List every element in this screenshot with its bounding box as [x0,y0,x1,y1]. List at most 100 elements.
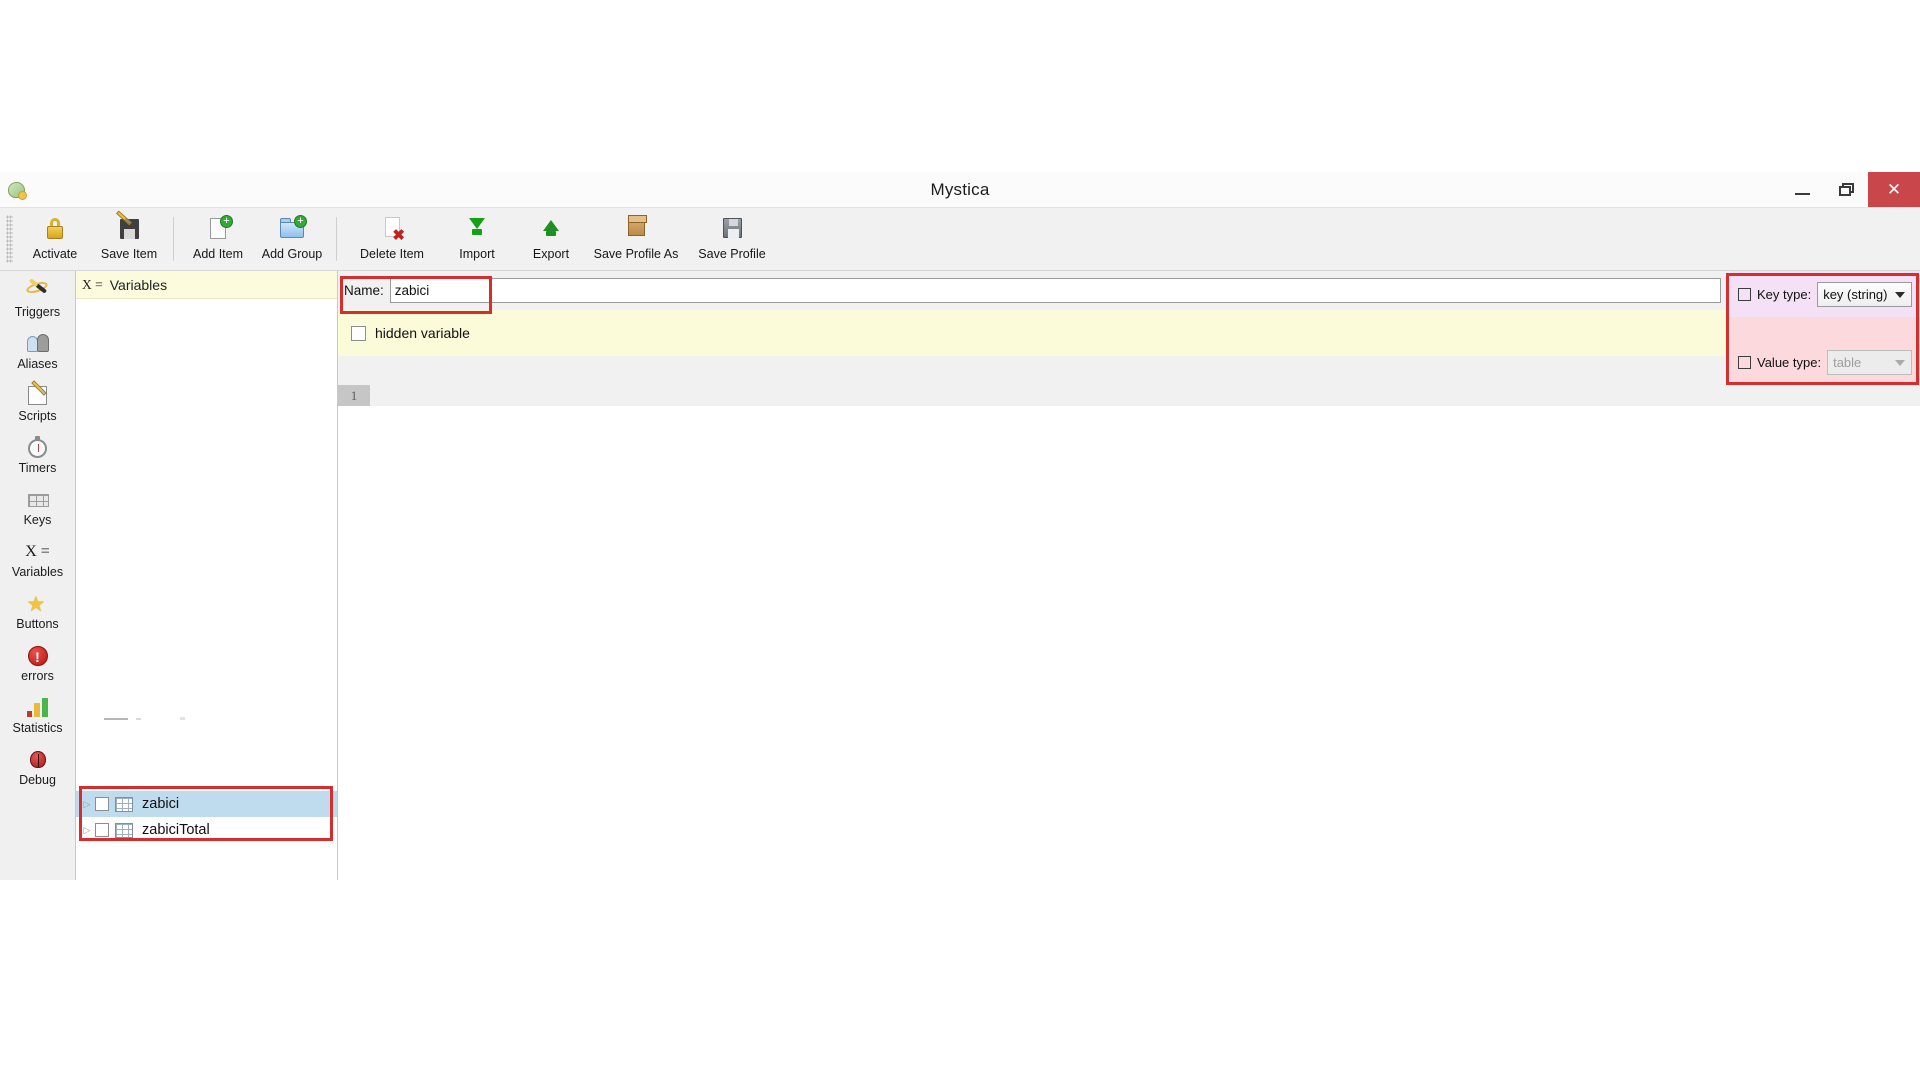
variables-tree-panel: X = Variables ▷ zabici ▷ zabiciTotal [76,271,338,880]
toolbar-import-button[interactable]: Import [440,211,514,267]
import-arrow-down-icon [461,214,493,244]
chevron-down-icon [1895,360,1905,366]
toolbar-button-label: Activate [32,247,78,261]
page-title: Variables [109,276,168,293]
save-item-icon [113,210,145,244]
variable-editor-panel: Name: hidden variable Key type: [338,271,1920,880]
export-arrow-up-icon [535,214,567,244]
code-editor-area[interactable] [338,406,1920,880]
editor-gutter-row: 1 [338,385,1920,406]
package-box-icon [620,214,652,244]
sidebar-item-label: Aliases [17,357,58,371]
application-window: Mystica ✕ Activate Save Item + Add Item … [0,172,1920,880]
sidebar-item-scripts[interactable]: Scripts [0,378,76,429]
sidebar-item-aliases[interactable]: Aliases [0,326,76,377]
toolbar-button-label: Save Item [100,247,158,261]
name-label: Name: [344,283,384,298]
type-panel-filler [1730,317,1920,339]
hidden-variable-checkbox[interactable] [351,325,366,341]
table-icon [115,796,133,812]
delete-item-icon: ✖ [376,214,408,244]
tree-row[interactable]: ▷ zabici [76,791,337,817]
toolbar-button-label: Delete Item [360,247,424,261]
tree-row-checkbox[interactable] [95,823,109,837]
toolbar-add-group-button[interactable]: + Add Group [255,211,329,267]
window-title: Mystica [930,179,990,199]
sidebar-item-statistics[interactable]: Statistics [0,690,76,741]
main-toolbar: Activate Save Item + Add Item + Add Grou… [0,208,1920,271]
toolbar-button-label: Add Item [192,247,244,261]
toolbar-save-item-button[interactable]: Save Item [92,210,166,267]
toolbar-activate-button[interactable]: Activate [18,211,92,267]
toolbar-button-label: Import [459,247,495,261]
add-item-icon: + [202,214,234,244]
type-selectors-panel: Key type: key (string) Value type: table [1726,271,1920,385]
value-type-row: Value type: table [1730,339,1920,385]
sidebar-item-label: Statistics [12,721,63,735]
sidebar-item-label: Scripts [18,409,57,423]
toolbar-button-label: Save Profile [698,247,766,261]
navigation-rail: Triggers Aliases Scripts Timers Keys X =… [0,271,76,880]
key-type-value: key (string) [1823,286,1888,302]
name-input[interactable] [389,278,1721,303]
hidden-variable-label: hidden variable [375,325,470,341]
toolbar-grip[interactable] [6,215,13,263]
toolbar-export-button[interactable]: Export [514,211,588,267]
star-icon: ★ [26,593,46,616]
name-field-row: Name: [338,271,1727,310]
error-circle-icon [24,644,52,668]
sidebar-item-label: Debug [19,773,56,787]
toolbar-save-profile-as-button[interactable]: Save Profile As [588,211,684,267]
expand-arrow-icon[interactable]: ▷ [79,825,95,836]
ladybug-icon [24,748,52,772]
keyboard-icon [24,488,52,512]
toolbar-delete-item-button[interactable]: ✖ Delete Item [344,211,440,267]
sidebar-item-variables[interactable]: X = Variables [0,534,76,585]
toolbar-button-label: Add Group [261,247,323,261]
value-type-value: table [1833,354,1862,370]
lock-icon [39,214,71,244]
notepad-pencil-icon [24,380,52,408]
sidebar-item-label: Triggers [14,305,61,319]
toolbar-save-profile-button[interactable]: Save Profile [684,211,780,267]
line-number: 1 [338,385,370,406]
floppy-disk-icon [716,214,748,244]
expand-arrow-icon[interactable]: ▷ [79,799,95,810]
people-icon [24,332,52,356]
sidebar-item-debug[interactable]: Debug [0,742,76,793]
sidebar-item-label: Timers [18,461,57,475]
x-equals-icon: X = [25,543,50,560]
sidebar-item-keys[interactable]: Keys [0,482,76,533]
toolbar-button-label: Save Profile As [593,247,679,261]
key-type-checkbox[interactable] [1738,287,1751,301]
tree-row-checkbox[interactable] [95,797,109,811]
key-type-row: Key type: key (string) [1730,271,1920,317]
sidebar-item-buttons[interactable]: ★ Buttons [0,586,76,637]
variables-tree-list: ▷ zabici ▷ zabiciTotal [76,791,337,843]
sidebar-item-label: Buttons [16,617,59,631]
title-bar: Mystica ✕ [0,172,1920,208]
hidden-variable-row: hidden variable [338,310,1727,356]
tree-row-label: zabiciTotal [142,822,210,838]
variables-tree-body[interactable]: ▷ zabici ▷ zabiciTotal [76,299,337,880]
sidebar-item-timers[interactable]: Timers [0,430,76,481]
sidebar-item-triggers[interactable]: Triggers [0,274,76,325]
tree-row[interactable]: ▷ zabiciTotal [76,817,337,843]
magic-wand-icon [24,278,52,304]
key-type-select[interactable]: key (string) [1817,281,1912,307]
sidebar-item-label: Keys [23,513,52,527]
value-type-select: table [1827,349,1912,375]
bar-chart-icon [24,696,52,720]
sidebar-item-errors[interactable]: errors [0,638,76,689]
sidebar-item-label: Variables [11,565,64,579]
table-icon [115,822,133,838]
render-artifact [96,715,191,723]
tree-row-label: zabici [142,796,180,812]
toolbar-separator [336,217,337,261]
toolbar-add-item-button[interactable]: + Add Item [181,211,255,267]
window-body: Triggers Aliases Scripts Timers Keys X =… [0,271,1920,880]
add-group-icon: + [276,214,308,244]
key-type-label: Key type: [1757,286,1812,302]
variables-panel-header: X = Variables [76,271,337,299]
value-type-checkbox[interactable] [1738,355,1751,369]
